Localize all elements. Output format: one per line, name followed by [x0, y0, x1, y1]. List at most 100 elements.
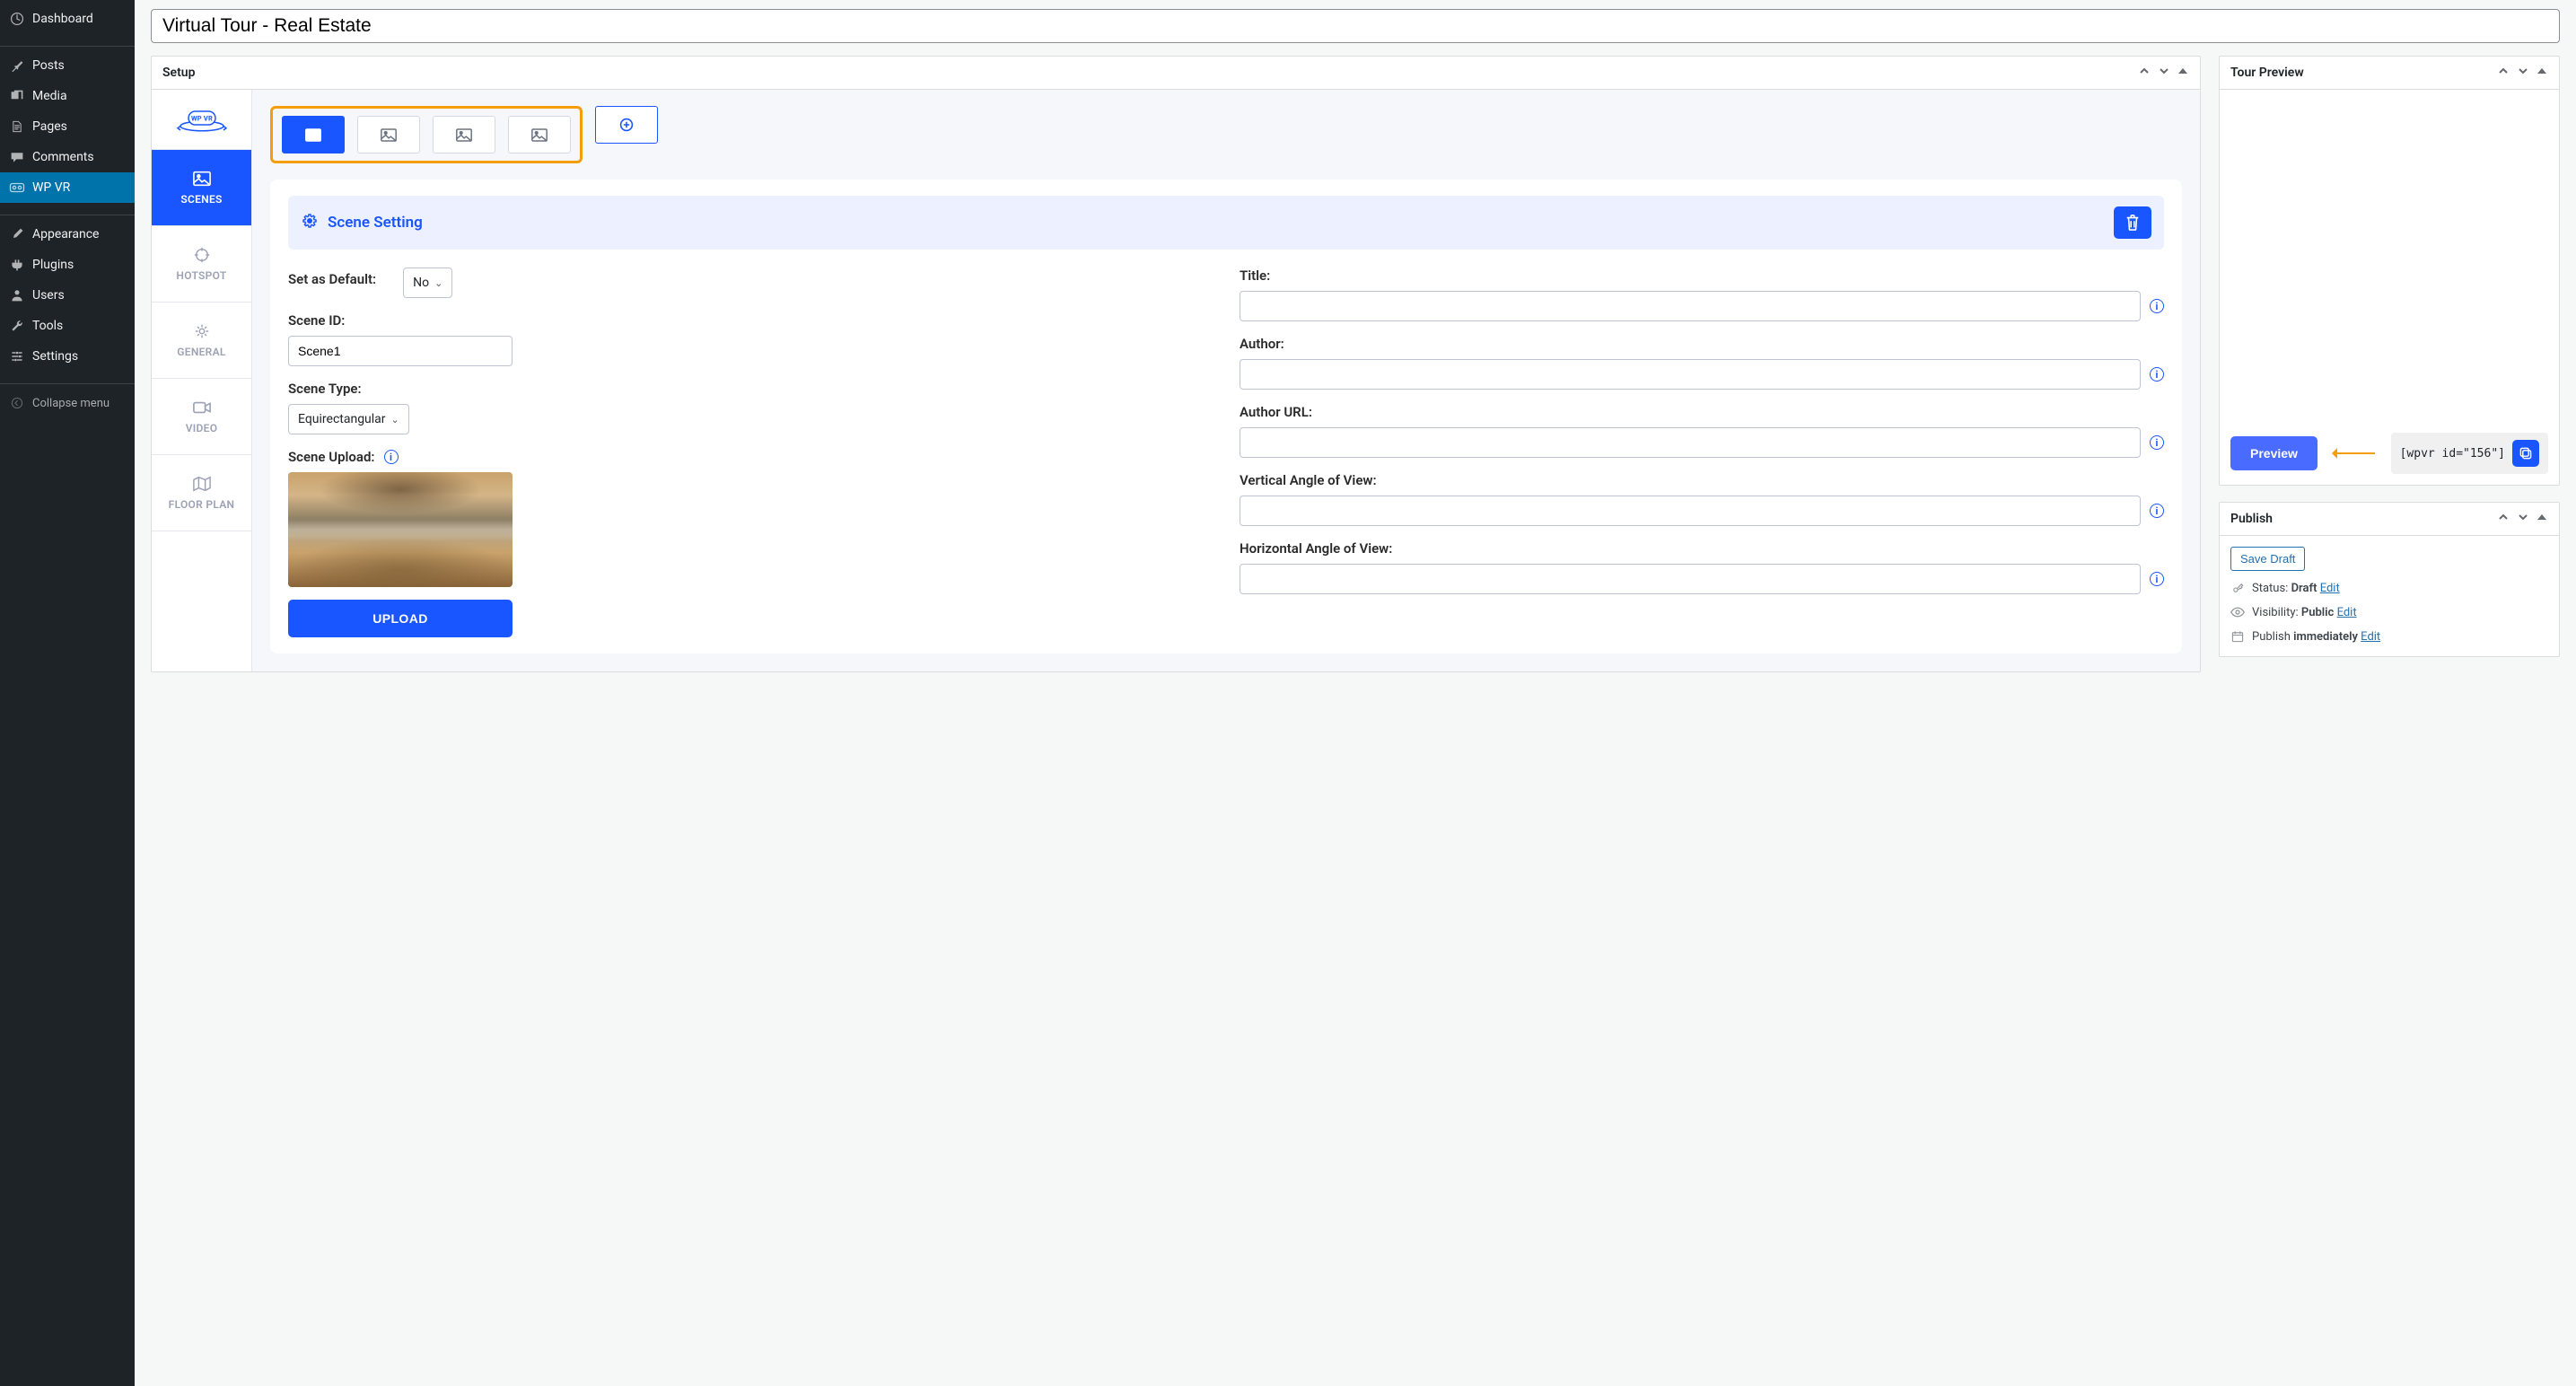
- visibility-label: Visibility:: [2252, 606, 2299, 619]
- input-vaov[interactable]: [1240, 496, 2141, 526]
- info-icon[interactable]: i: [2150, 504, 2164, 518]
- select-value: Equirectangular: [298, 412, 386, 426]
- map-icon: [193, 475, 211, 493]
- menu-posts[interactable]: Posts: [0, 50, 135, 81]
- visibility-line: Visibility: Public Edit: [2230, 605, 2548, 619]
- calendar-icon: [2230, 629, 2245, 644]
- comment-icon: [9, 149, 25, 165]
- menu-label: Collapse menu: [32, 397, 110, 410]
- scene-preview-image: [288, 472, 513, 587]
- label-set-default: Set as Default:: [288, 271, 376, 287]
- tab-scenes[interactable]: SCENES: [152, 150, 251, 226]
- save-draft-button[interactable]: Save Draft: [2230, 547, 2305, 571]
- setup-panel: Setup WP VR: [151, 56, 2201, 672]
- menu-dashboard[interactable]: Dashboard: [0, 4, 135, 34]
- panel-up-icon[interactable]: [2137, 66, 2151, 80]
- panel-down-icon[interactable]: [2516, 66, 2530, 80]
- gear-icon: [301, 212, 319, 234]
- input-haov[interactable]: [1240, 564, 2141, 594]
- menu-label: Settings: [32, 349, 78, 364]
- edit-status-link[interactable]: Edit: [2320, 582, 2340, 595]
- scene-nav: [270, 106, 583, 163]
- label-author: Author:: [1240, 336, 2164, 352]
- tab-video[interactable]: VIDEO: [152, 379, 251, 455]
- input-scene-id[interactable]: [288, 336, 513, 366]
- info-icon[interactable]: i: [2150, 367, 2164, 382]
- wpvr-logo: WP VR: [152, 90, 251, 150]
- menu-pages[interactable]: Pages: [0, 111, 135, 142]
- menu-media[interactable]: Media: [0, 81, 135, 111]
- shortcode-text: [wpvr id="156"]: [2400, 447, 2505, 461]
- input-title[interactable]: [1240, 291, 2141, 321]
- select-value: No: [413, 276, 429, 290]
- label-scene-id: Scene ID:: [288, 312, 1213, 329]
- input-author[interactable]: [1240, 359, 2141, 390]
- select-scene-type[interactable]: Equirectangular ⌄: [288, 404, 409, 434]
- plugin-icon: [9, 257, 25, 273]
- info-icon[interactable]: i: [384, 450, 399, 464]
- menu-label: Dashboard: [32, 12, 93, 26]
- menu-label: Posts: [32, 58, 65, 73]
- upload-button[interactable]: UPLOAD: [288, 600, 513, 637]
- scene-thumb-2[interactable]: [357, 116, 420, 154]
- menu-label: Plugins: [32, 258, 74, 272]
- copy-shortcode-button[interactable]: [2512, 440, 2539, 467]
- wrench-icon: [9, 318, 25, 334]
- shortcode-display: [wpvr id="156"]: [2391, 433, 2548, 474]
- tab-floorplan[interactable]: FLOOR PLAN: [152, 455, 251, 531]
- chevron-down-icon: ⌄: [434, 277, 442, 289]
- menu-label: Media: [32, 89, 67, 103]
- label-vaov: Vertical Angle of View:: [1240, 472, 2164, 488]
- edit-schedule-link[interactable]: Edit: [2361, 630, 2380, 644]
- panel-toggle-icon[interactable]: [2177, 66, 2189, 80]
- panel-down-icon[interactable]: [2157, 66, 2171, 80]
- menu-users[interactable]: Users: [0, 280, 135, 311]
- scene-thumb-4[interactable]: [508, 116, 571, 154]
- panel-down-icon[interactable]: [2516, 512, 2530, 526]
- label-haov: Horizontal Angle of View:: [1240, 540, 2164, 557]
- edit-visibility-link[interactable]: Edit: [2337, 606, 2357, 619]
- panel-up-icon[interactable]: [2496, 66, 2510, 80]
- status-value: Draft: [2291, 582, 2318, 595]
- menu-label: Comments: [32, 150, 94, 164]
- scene-thumb-3[interactable]: [433, 116, 495, 154]
- eye-icon: [2230, 605, 2245, 619]
- tab-hotspot[interactable]: HOTSPOT: [152, 226, 251, 303]
- info-icon[interactable]: i: [2150, 435, 2164, 450]
- gear-icon: [193, 322, 211, 340]
- add-scene-button[interactable]: [595, 106, 658, 144]
- menu-tools[interactable]: Tools: [0, 311, 135, 341]
- menu-collapse[interactable]: Collapse menu: [0, 388, 135, 418]
- menu-plugins[interactable]: Plugins: [0, 250, 135, 280]
- input-author-url[interactable]: [1240, 427, 2141, 458]
- scene-thumb-1[interactable]: [282, 116, 345, 154]
- menu-appearance[interactable]: Appearance: [0, 219, 135, 250]
- menu-wpvr[interactable]: WP VR: [0, 172, 135, 203]
- brush-icon: [9, 226, 25, 242]
- menu-label: Pages: [32, 119, 67, 134]
- panel-up-icon[interactable]: [2496, 512, 2510, 526]
- publish-header: Publish: [2230, 512, 2273, 526]
- menu-settings[interactable]: Settings: [0, 341, 135, 372]
- chevron-down-icon: ⌄: [391, 414, 399, 425]
- tour-preview-header: Tour Preview: [2230, 66, 2304, 80]
- tab-general[interactable]: GENERAL: [152, 303, 251, 379]
- select-default[interactable]: No ⌄: [403, 268, 452, 298]
- label-author-url: Author URL:: [1240, 404, 2164, 420]
- post-title-input[interactable]: [151, 9, 2560, 43]
- info-icon[interactable]: i: [2150, 572, 2164, 586]
- info-icon[interactable]: i: [2150, 299, 2164, 313]
- sliders-icon: [9, 348, 25, 364]
- panel-toggle-icon[interactable]: [2536, 66, 2548, 80]
- delete-scene-button[interactable]: [2114, 206, 2151, 239]
- schedule-line: Publish immediately Edit: [2230, 629, 2548, 644]
- menu-label: Tools: [32, 319, 63, 333]
- collapse-icon: [9, 395, 25, 411]
- menu-comments[interactable]: Comments: [0, 142, 135, 172]
- menu-label: Users: [32, 288, 65, 303]
- schedule-label: Publish: [2252, 630, 2291, 644]
- panel-toggle-icon[interactable]: [2536, 512, 2548, 526]
- key-icon: [2230, 581, 2245, 595]
- preview-button[interactable]: Preview: [2230, 436, 2318, 470]
- label-scene-type: Scene Type:: [288, 381, 1213, 397]
